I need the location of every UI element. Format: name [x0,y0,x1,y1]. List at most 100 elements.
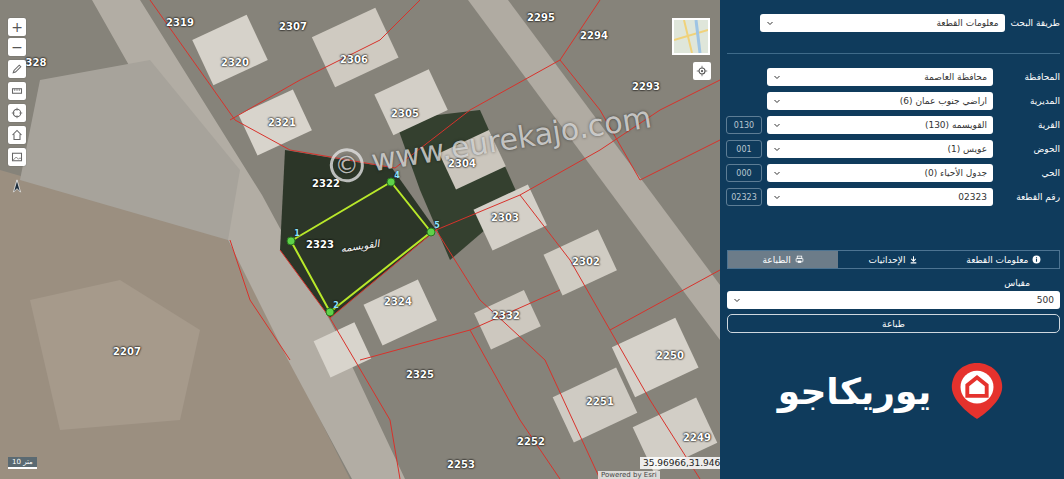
parcel-label[interactable]: 2332 [492,310,520,321]
parcel-label[interactable]: 2302 [572,256,600,267]
select-value: 500 [1037,295,1054,305]
ruler-icon [11,85,23,97]
chevron-icon [733,296,741,304]
chevron-icon [773,145,781,153]
chevron-icon [766,19,774,27]
basemap-toggle[interactable] [672,18,710,55]
target-icon [11,107,23,119]
target-button[interactable] [8,104,26,122]
select-value: القويسمه (130) [925,120,987,130]
field-row: الحوض عويس (1) 001 [727,140,1060,158]
parcel-fields: المحافظة محافظة العاصمة المديرية اراضي جنوب… [727,68,1060,206]
field-select[interactable]: جدول الأحياء (0) [767,164,993,182]
search-method-label: طريقة البحث [1011,18,1060,28]
parcel-label[interactable]: 2307 [279,21,307,32]
select-value: عويس (1) [947,144,987,154]
code-input[interactable]: 001 [726,140,762,158]
image-button[interactable] [8,148,26,166]
parcel-label[interactable]: 2294 [580,30,608,41]
field-label: المحافظة [998,72,1060,82]
field-row: رقم القطعة0232302323 [727,188,1060,206]
chevron-icon [773,73,781,81]
search-panel: طريقة البحث معلومات القطعة المحافظة محافظة … [720,0,1064,479]
parcel-label[interactable]: 2251 [586,396,614,407]
field-select[interactable]: اراضي جنوب عمان (6) [767,92,993,110]
field-label: القرية [998,120,1060,130]
parcel-label[interactable]: 328 [26,57,47,68]
basemap-icon [674,20,708,53]
pencil-button[interactable] [8,60,26,78]
image-icon [11,151,23,163]
field-select[interactable]: 02323 [767,188,993,206]
chevron-icon [773,169,781,177]
parcel-label[interactable]: 2305 [391,108,419,119]
scale-bar: 10 متر [8,457,37,469]
scale-label: مقياس [727,278,1030,288]
search-method-select[interactable]: معلومات القطعة [760,14,1005,32]
pin-logo-icon [945,359,1009,423]
parcel-label[interactable]: 2250 [656,350,684,361]
zoom-out-button[interactable]: − [8,38,26,56]
parcel-label[interactable]: 2249 [683,432,711,443]
parcel-label[interactable]: 2323 [306,239,334,250]
select-value: 02323 [958,192,987,202]
code-input[interactable]: 0130 [726,116,762,134]
parcel-label[interactable]: 2303 [491,212,519,223]
tab[interactable]: معلومات القطعة [949,251,1059,268]
field-select[interactable]: عويس (1) [767,140,993,158]
chevron-icon [773,193,781,201]
parcel-label[interactable]: 2306 [340,54,368,65]
field-label: الحوض [998,144,1060,154]
home-button[interactable] [8,126,26,144]
zoom-in-button[interactable]: + [8,18,26,36]
field-row: المديرية اراضي جنوب عمان (6) [727,92,1060,110]
select-value: جدول الأحياء (0) [924,168,987,178]
search-method-row: طريقة البحث معلومات القطعة [727,14,1060,32]
field-select[interactable]: القويسمه (130) [767,116,993,134]
field-label: المديرية [998,96,1060,106]
parcel-label[interactable]: 2207 [113,346,141,357]
map-toolbar: +− [8,18,26,196]
locate-icon [696,65,708,77]
vertex-label: 2 [333,301,339,310]
parcel-label[interactable]: 2320 [221,57,249,68]
locate-button[interactable] [693,62,711,80]
code-input[interactable]: 02323 [726,188,762,206]
chevron-icon [773,97,781,105]
parcel-label[interactable]: 2319 [166,17,194,28]
pencil-icon [11,63,23,75]
copyright-symbol: © [327,145,366,184]
compass-button[interactable] [8,176,26,196]
coordinates: 35.96966,31.94676 [640,457,720,469]
vertex-label: 1 [294,229,300,238]
download-icon [909,255,918,264]
scale-select[interactable]: 500 [727,291,1060,309]
parcel-label[interactable]: 2293 [632,81,660,92]
parcel-label[interactable]: 2295 [527,12,555,23]
parcel-label[interactable]: 2322 [312,178,340,189]
parcel-label[interactable]: 2321 [268,117,296,128]
attribution: Powered by Esri [598,471,660,479]
compass-icon [10,177,24,195]
tab-label: الإحداثيات [869,255,906,265]
info-icon [1032,255,1041,264]
parcel-label[interactable]: 2253 [447,459,475,470]
select-value: محافظة العاصمة [924,72,987,82]
print-button[interactable]: طباعة [727,314,1060,333]
parcel-label[interactable]: 2325 [406,369,434,380]
tab[interactable]: الطباعة [728,251,838,268]
print-icon [795,255,804,264]
parcel-map[interactable]: 2319 2307 2295 2294 2320 2306 328 2293 2305 2321 2… [0,0,720,479]
parcel-label[interactable]: 2324 [384,296,412,307]
parcel-label[interactable]: 2252 [517,436,545,447]
ruler-button[interactable] [8,82,26,100]
select-value: معلومات القطعة [936,18,998,28]
field-row: القرية القويسمه (130) 0130 [727,116,1060,134]
field-select[interactable]: محافظة العاصمة [767,68,993,86]
divider [727,53,1060,54]
vertex-label: 5 [434,221,440,230]
tab-label: الطباعة [763,255,791,265]
tab[interactable]: الإحداثيات [838,251,948,268]
chevron-icon [773,121,781,129]
code-input[interactable]: 000 [726,164,762,182]
